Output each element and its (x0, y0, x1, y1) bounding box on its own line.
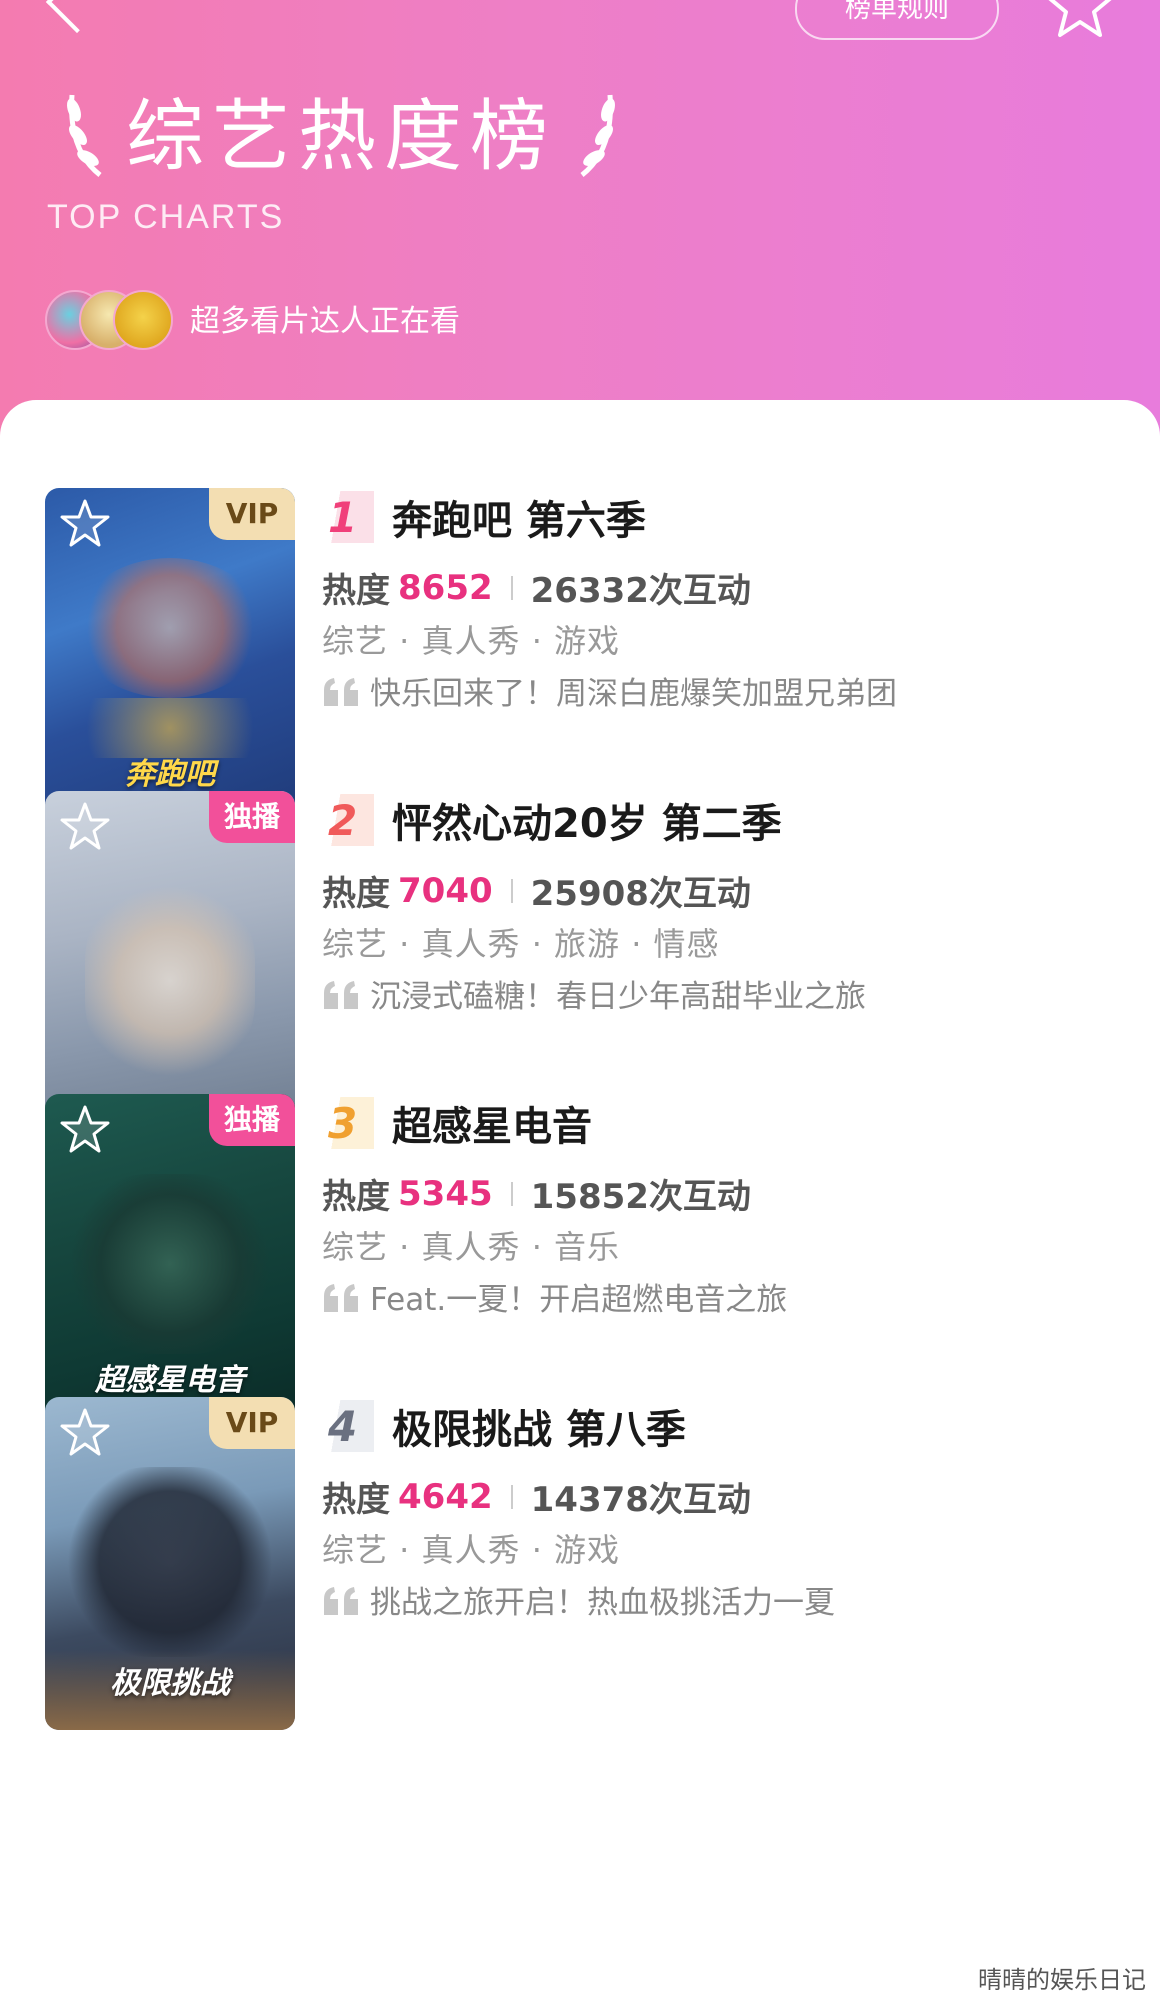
interaction-count: 15852次互动 (530, 1177, 751, 1217)
genre-tags: 综艺 · 真人秀 · 游戏 (322, 1531, 621, 1569)
genre-tags: 综艺 · 真人秀 · 旅游 · 情感 (322, 925, 720, 963)
page-subtitle: TOP CHARTS (47, 198, 285, 236)
poster-image[interactable]: 独播 超感星电音 (45, 1094, 295, 1427)
exclusive-badge: 独播 (209, 791, 295, 843)
divider (510, 1484, 513, 1509)
favorite-star-icon[interactable] (59, 1407, 111, 1459)
vip-badge: VIP (209, 1397, 295, 1449)
interaction-count: 26332次互动 (530, 571, 751, 611)
divider (510, 575, 513, 600)
page-title: 综艺热度榜 (126, 92, 557, 182)
rank-number: 1 (322, 491, 374, 543)
list-item[interactable]: VIP 奔跑吧 1 奔跑吧 第六季 热度 8652 26332次互动 综艺 · … (45, 488, 1125, 823)
quote-icon (324, 1283, 358, 1312)
interaction-count: 14378次互动 (530, 1480, 751, 1520)
heat-label: 热度 (322, 874, 390, 914)
favorite-star-icon[interactable] (59, 801, 111, 853)
poster-image[interactable]: 独播 (45, 791, 295, 1124)
heat-value: 8652 (398, 567, 493, 608)
show-title[interactable]: 极限挑战 第八季 (392, 1397, 686, 1455)
poster-image[interactable]: VIP 奔跑吧 (45, 488, 295, 821)
rank-number: 2 (322, 794, 374, 846)
show-title[interactable]: 超感星电音 (392, 1094, 592, 1152)
rank-number: 4 (322, 1400, 374, 1452)
favorite-star-icon[interactable] (1045, 0, 1115, 40)
list-item[interactable]: 独播 2 怦然心动20岁 第二季 热度 7040 25908次互动 综艺 · 真… (45, 791, 1125, 1126)
laurel-right-icon (580, 94, 615, 177)
quote-icon (324, 677, 358, 706)
recommend-quote: Feat.一夏！开启超燃电音之旅 (370, 1282, 788, 1318)
favorite-star-icon[interactable] (59, 1104, 111, 1156)
poster-image[interactable]: VIP 极限挑战 (45, 1397, 295, 1730)
vip-badge: VIP (209, 488, 295, 540)
heat-value: 5345 (398, 1173, 493, 1214)
show-title[interactable]: 奔跑吧 第六季 (392, 488, 646, 546)
watching-text: 超多看片达人正在看 (190, 304, 460, 339)
genre-tags: 综艺 · 真人秀 · 游戏 (322, 622, 621, 660)
heat-value: 4642 (398, 1476, 493, 1517)
recommend-quote: 快乐回来了！周深白鹿爆笑加盟兄弟团 (370, 676, 897, 712)
quote-icon (324, 980, 358, 1009)
recommend-quote: 沉浸式磕糖！春日少年高甜毕业之旅 (370, 979, 866, 1015)
heat-label: 热度 (322, 1177, 390, 1217)
back-arrow-icon[interactable] (45, 0, 109, 34)
exclusive-badge: 独播 (209, 1094, 295, 1146)
poster-caption: 极限挑战 (110, 1666, 230, 1701)
show-title[interactable]: 怦然心动20岁 第二季 (392, 791, 782, 849)
genre-tags: 综艺 · 真人秀 · 音乐 (322, 1228, 621, 1266)
ranking-list: VIP 奔跑吧 1 奔跑吧 第六季 热度 8652 26332次互动 综艺 · … (0, 400, 1160, 2001)
poster-caption: 奔跑吧 (125, 757, 215, 792)
rank-number: 3 (322, 1097, 374, 1149)
divider (510, 878, 513, 903)
heat-label: 热度 (322, 571, 390, 611)
header-banner: 榜单规则 综艺热度榜 TOP CHARTS 超多看片达人正在看 (0, 0, 1160, 460)
page-title-group: 综艺热度榜 (60, 70, 622, 190)
quote-icon (324, 1586, 358, 1615)
list-item[interactable]: 独播 超感星电音 3 超感星电音 热度 5345 15852次互动 综艺 · 真… (45, 1094, 1125, 1429)
poster-caption: 超感星电音 (95, 1363, 245, 1398)
laurel-left-icon (67, 94, 102, 177)
avatar (113, 290, 173, 350)
favorite-star-icon[interactable] (59, 498, 111, 550)
heat-label: 热度 (322, 1480, 390, 1520)
rules-button[interactable]: 榜单规则 (795, 0, 999, 40)
recommend-quote: 挑战之旅开启！热血极挑活力一夏 (370, 1585, 835, 1621)
interaction-count: 25908次互动 (530, 874, 751, 914)
watermark-text: 晴晴的娱乐日记 (978, 1966, 1146, 1994)
heat-value: 7040 (398, 870, 493, 911)
divider (510, 1181, 513, 1206)
list-item[interactable]: VIP 极限挑战 4 极限挑战 第八季 热度 4642 14378次互动 综艺 … (45, 1397, 1125, 1732)
